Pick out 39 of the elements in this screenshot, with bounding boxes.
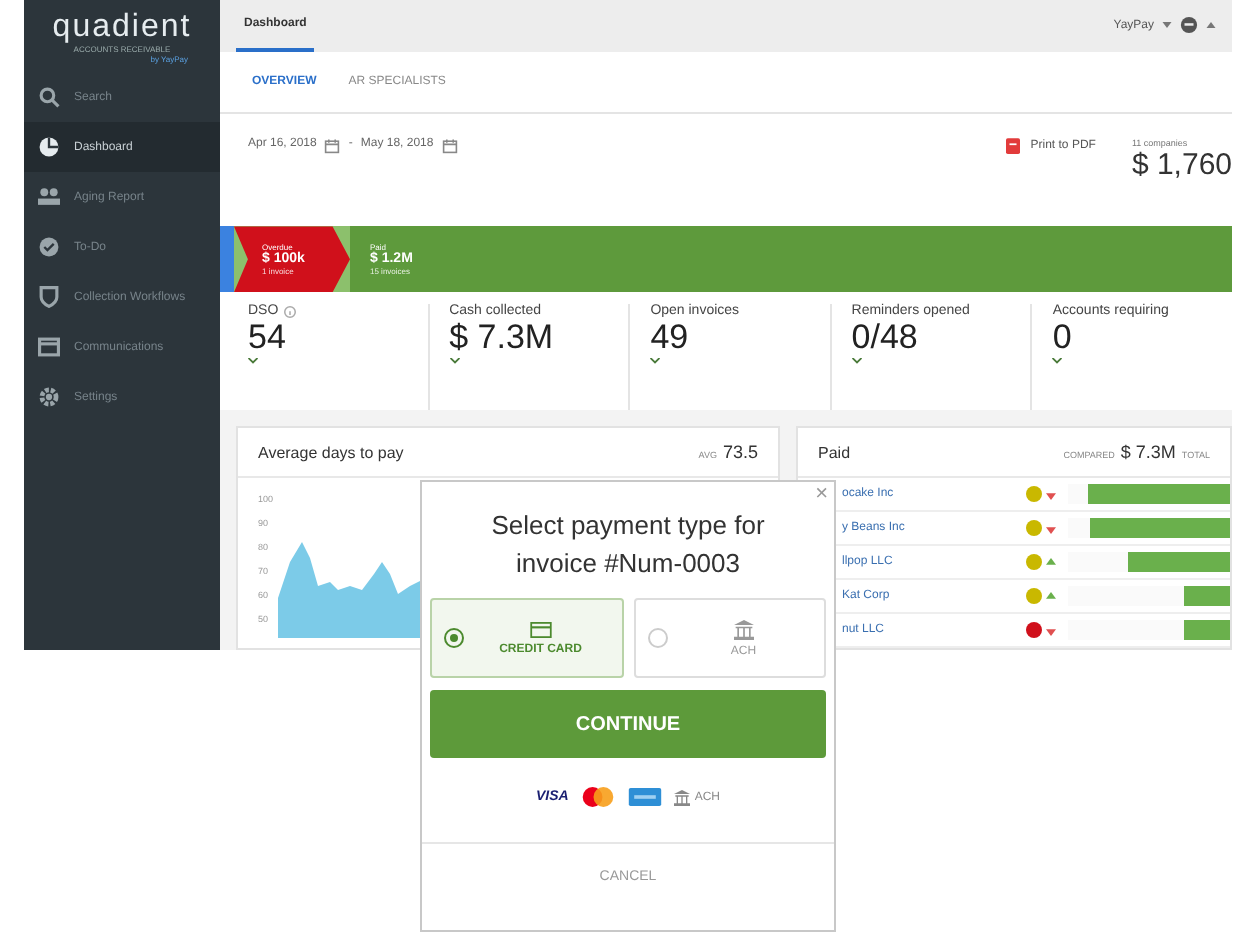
search-icon [38,86,60,108]
total-amount: $ 1,760 [1131,147,1232,182]
stat-value: 49 [650,318,691,359]
stat-value: $ 7.3M [449,318,556,359]
info-icon[interactable] [284,305,297,318]
caret-icon[interactable] [1162,22,1172,29]
caret-icon [449,358,460,365]
caret-icon[interactable] [1206,22,1216,29]
radio-button[interactable] [444,628,464,648]
caret-icon [248,358,258,365]
logo: quadient [52,12,192,44]
continue-button[interactable]: CONTINUE [430,690,826,758]
mastercard-logo [580,786,617,808]
bank-icon [733,619,754,639]
avg-value: 73.5 [722,442,758,462]
pie-chart-icon [38,136,60,158]
check-circle-icon [38,236,60,258]
compared-value: $ 7.3M [1120,442,1176,462]
credit-card-icon [529,621,552,637]
bank-icon [674,789,691,805]
calendar-icon[interactable] [441,137,458,154]
pdf-icon[interactable] [1006,137,1021,154]
caret-icon [650,358,661,365]
calendar-icon[interactable] [324,137,341,154]
stat-value: 0 [1052,318,1074,359]
stat-value: 54 [248,318,288,359]
close-button[interactable]: × [815,484,828,506]
caret-icon [851,358,862,365]
card-title: Paid [818,443,851,461]
card-title: Average days to pay [258,443,404,461]
settings-icon [38,386,60,408]
stat-value: 0/48 [851,318,920,359]
amex-logo [628,788,663,806]
caret-icon [1052,358,1063,365]
envelope-icon [38,336,60,358]
radio-button[interactable] [647,628,667,648]
dialog-title: Select payment type for invoice #Num-0003 [489,508,767,582]
people-icon [38,186,60,208]
shield-icon [38,286,60,308]
